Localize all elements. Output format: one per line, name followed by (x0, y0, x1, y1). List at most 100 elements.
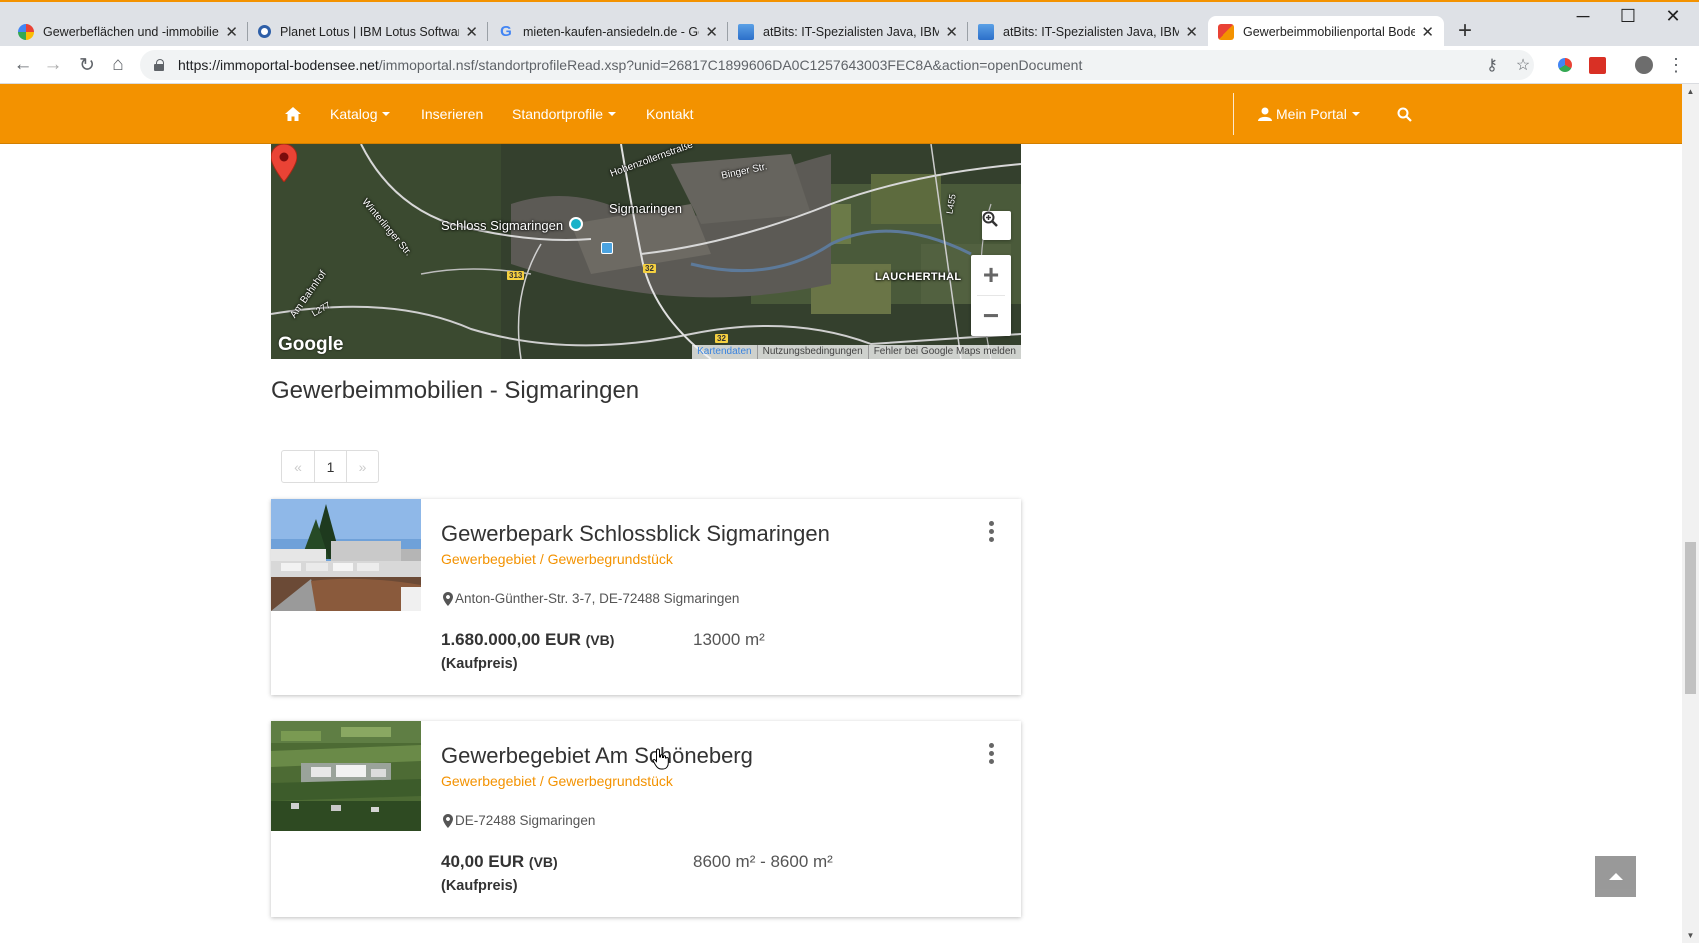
listing-price: 40,00 EUR (VB) (441, 852, 558, 872)
url-path: /immoportal.nsf/standortprofileRead.xsp?… (378, 57, 1083, 73)
home-browser-icon[interactable]: ⌂ (106, 53, 130, 77)
reload-icon[interactable]: ↻ (75, 53, 99, 77)
road-shield: 32 (643, 264, 656, 273)
caret-down-icon (382, 112, 391, 116)
key-icon[interactable]: ⚷ (1481, 54, 1503, 76)
url-host: https://immoportal-bodensee.net (178, 57, 379, 73)
transit-marker-icon[interactable] (601, 242, 613, 254)
listing-title[interactable]: Gewerbepark Schlossblick Sigmaringen (441, 521, 830, 547)
home-icon (285, 107, 301, 121)
listing-price-label: (Kaufpreis) (441, 878, 518, 894)
nav-search[interactable] (1397, 84, 1412, 144)
map-terrain (271, 144, 1021, 359)
close-tab-icon[interactable]: ✕ (945, 23, 958, 41)
minimize-icon[interactable]: ─ (1563, 6, 1603, 27)
favicon-icon (18, 23, 34, 40)
road-shield: 313 (507, 271, 525, 280)
nav-kontakt[interactable]: Kontakt (646, 84, 693, 144)
google-favicon-icon: G (500, 23, 512, 40)
poi-marker-icon[interactable] (569, 217, 583, 231)
nav-katalog[interactable]: Katalog (330, 84, 391, 144)
hand-cursor-icon (652, 748, 669, 770)
favicon-icon (1218, 23, 1234, 40)
listing-address: Anton-Günther-Str. 3-7, DE-72488 Sigmari… (443, 591, 739, 606)
map-zoom-search-icon[interactable] (982, 211, 1011, 240)
listing-category: Gewerbegebiet / Gewerbegrundstück (441, 551, 673, 567)
user-icon (1258, 107, 1272, 121)
zoom-in-icon[interactable]: + (971, 255, 1011, 295)
nav-mein-portal[interactable]: Mein Portal (1258, 84, 1360, 144)
close-window-icon[interactable]: ✕ (1653, 6, 1693, 27)
lock-icon (154, 59, 164, 71)
listing-card[interactable]: Gewerbegebiet Am Schöneberg Gewerbegebie… (271, 721, 1021, 917)
browser-tab[interactable]: atBits: IT-Spezialisten Java, IBM L ✕ (728, 16, 968, 47)
favicon-icon (258, 25, 271, 38)
browser-tab[interactable]: G mieten-kaufen-ansiedeln.de - Go ✕ (488, 16, 728, 47)
menu-dots-icon[interactable]: ⋮ (1665, 54, 1687, 76)
listing-card[interactable]: Gewerbepark Schlossblick Sigmaringen Gew… (271, 499, 1021, 695)
close-tab-icon[interactable]: ✕ (1421, 23, 1434, 41)
favicon-icon (978, 23, 994, 40)
more-options-icon[interactable] (984, 743, 998, 765)
listing-price: 1.680.000,00 EUR (VB) (441, 630, 614, 650)
maximize-icon[interactable]: ☐ (1608, 6, 1648, 27)
star-icon[interactable]: ☆ (1512, 54, 1534, 76)
browser-tab[interactable]: Planet Lotus | IBM Lotus Software ✕ (248, 16, 488, 47)
listing-price-suffix: (VB) (528, 854, 558, 870)
zoom-out-icon[interactable]: − (971, 296, 1011, 336)
nav-inserieren[interactable]: Inserieren (421, 84, 483, 144)
map-report-link[interactable]: Fehler bei Google Maps melden (867, 345, 1021, 359)
listing-title[interactable]: Gewerbegebiet Am Schöneberg (441, 743, 753, 769)
browser-tab[interactable]: atBits: IT-Spezialisten Java, IBM L ✕ (968, 16, 1208, 47)
back-to-top-button[interactable] (1595, 856, 1636, 897)
tab-title: Gewerbeflächen und -immobilien (43, 24, 220, 39)
page-title: Gewerbeimmobilien - Sigmaringen (271, 377, 640, 404)
pager-next[interactable]: » (346, 451, 378, 482)
caret-down-icon (608, 112, 617, 116)
scroll-down-icon[interactable]: ▼ (1682, 931, 1699, 940)
listing-address-text: DE-72488 Sigmaringen (455, 813, 596, 828)
pager-prev[interactable]: « (282, 451, 314, 482)
google-map[interactable]: Hohenzollernstraße Binger Str. Sigmaring… (271, 144, 1021, 359)
extension-color-icon[interactable] (1554, 54, 1576, 76)
browser-tab[interactable]: Gewerbeflächen und -immobilien ✕ (8, 16, 248, 47)
pagination: « 1 » (281, 450, 379, 483)
map-label-city: Sigmaringen (609, 201, 682, 216)
nav-mein-portal-label: Mein Portal (1276, 106, 1347, 122)
nav-inserieren-label: Inserieren (421, 106, 484, 122)
close-tab-icon[interactable]: ✕ (1185, 23, 1198, 41)
listing-thumbnail[interactable] (271, 721, 421, 831)
address-bar[interactable]: https://immoportal-bodensee.net/immoport… (140, 50, 1534, 80)
nav-katalog-label: Katalog (330, 106, 378, 122)
map-pin-icon[interactable] (271, 144, 297, 182)
listing-thumbnail[interactable] (271, 499, 421, 611)
tab-title: atBits: IT-Spezialisten Java, IBM L (1003, 24, 1180, 39)
listing-area: 13000 m² (693, 630, 765, 649)
back-icon[interactable]: ← (11, 53, 35, 77)
close-tab-icon[interactable]: ✕ (465, 23, 478, 41)
scrollbar-thumb[interactable] (1685, 542, 1696, 694)
profile-avatar-icon[interactable] (1633, 54, 1655, 76)
nav-kontakt-label: Kontakt (646, 106, 694, 122)
listing-area: 8600 m² - 8600 m² (693, 852, 833, 871)
nav-standortprofile[interactable]: Standortprofile (512, 84, 617, 144)
tab-title: mieten-kaufen-ansiedeln.de - Go (523, 24, 700, 39)
close-tab-icon[interactable]: ✕ (225, 23, 238, 41)
caret-down-icon (1351, 112, 1360, 116)
location-pin-icon (443, 813, 453, 828)
scroll-up-icon[interactable]: ▲ (1682, 87, 1699, 96)
nav-home[interactable] (285, 84, 301, 144)
more-options-icon[interactable] (984, 521, 998, 543)
page-scrollbar[interactable]: ▲ ▼ (1682, 84, 1699, 943)
listing-price-value: 40,00 EUR (441, 852, 525, 871)
new-tab-icon[interactable]: + (1451, 17, 1479, 45)
listing-price-label: (Kaufpreis) (441, 656, 518, 672)
browser-tab-active[interactable]: Gewerbeimmobilienportal Boden ✕ (1208, 16, 1444, 47)
map-data-link[interactable]: Kartendaten (692, 345, 757, 359)
map-label-district: LAUCHERTHAL (875, 271, 962, 283)
close-tab-icon[interactable]: ✕ (705, 23, 718, 41)
map-terms-link[interactable]: Nutzungsbedingungen (756, 345, 868, 359)
extension-red-icon[interactable] (1586, 54, 1608, 76)
pager-page-1[interactable]: 1 (314, 451, 346, 482)
forward-icon[interactable]: → (41, 53, 65, 77)
